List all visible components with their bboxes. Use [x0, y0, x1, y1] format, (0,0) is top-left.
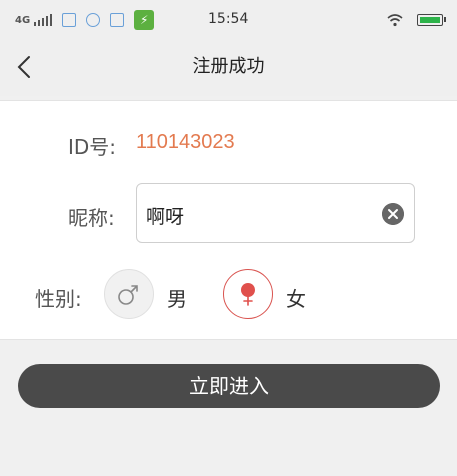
gender-option-female[interactable] [223, 269, 273, 319]
network-type: 4G [15, 15, 31, 26]
nickname-input[interactable]: 啊呀 [136, 183, 415, 243]
id-value: 110143023 [136, 131, 235, 153]
nickname-value[interactable]: 啊呀 [146, 202, 184, 229]
gender-female-label[interactable]: 女 [286, 283, 306, 312]
signal-icon: 4G [15, 14, 53, 26]
male-icon [118, 285, 138, 305]
nickname-label: 昵称: [68, 206, 115, 230]
gender-option-male[interactable] [104, 269, 154, 319]
enter-button[interactable]: 立即进入 [18, 364, 440, 408]
gallery-icon [62, 13, 77, 27]
status-bar: 4G ⚡ 15:54 [0, 0, 457, 40]
clock: 15:54 [208, 11, 249, 27]
female-icon [240, 282, 255, 306]
registration-card: ID号: 110143023 昵称: 啊呀 性别: 男 女 [0, 100, 457, 340]
clear-icon[interactable] [382, 203, 404, 225]
gender-male-label[interactable]: 男 [167, 283, 187, 312]
nav-bar: 注册成功 [0, 40, 457, 96]
gender-label: 性别: [35, 287, 82, 311]
shield-icon [86, 13, 101, 27]
page-title: 注册成功 [192, 56, 265, 77]
id-label: ID号: [68, 135, 117, 159]
usb-icon: ⚡ [134, 10, 155, 30]
sim-icon [110, 13, 125, 27]
battery-icon [417, 14, 446, 26]
wifi-icon [387, 14, 403, 27]
